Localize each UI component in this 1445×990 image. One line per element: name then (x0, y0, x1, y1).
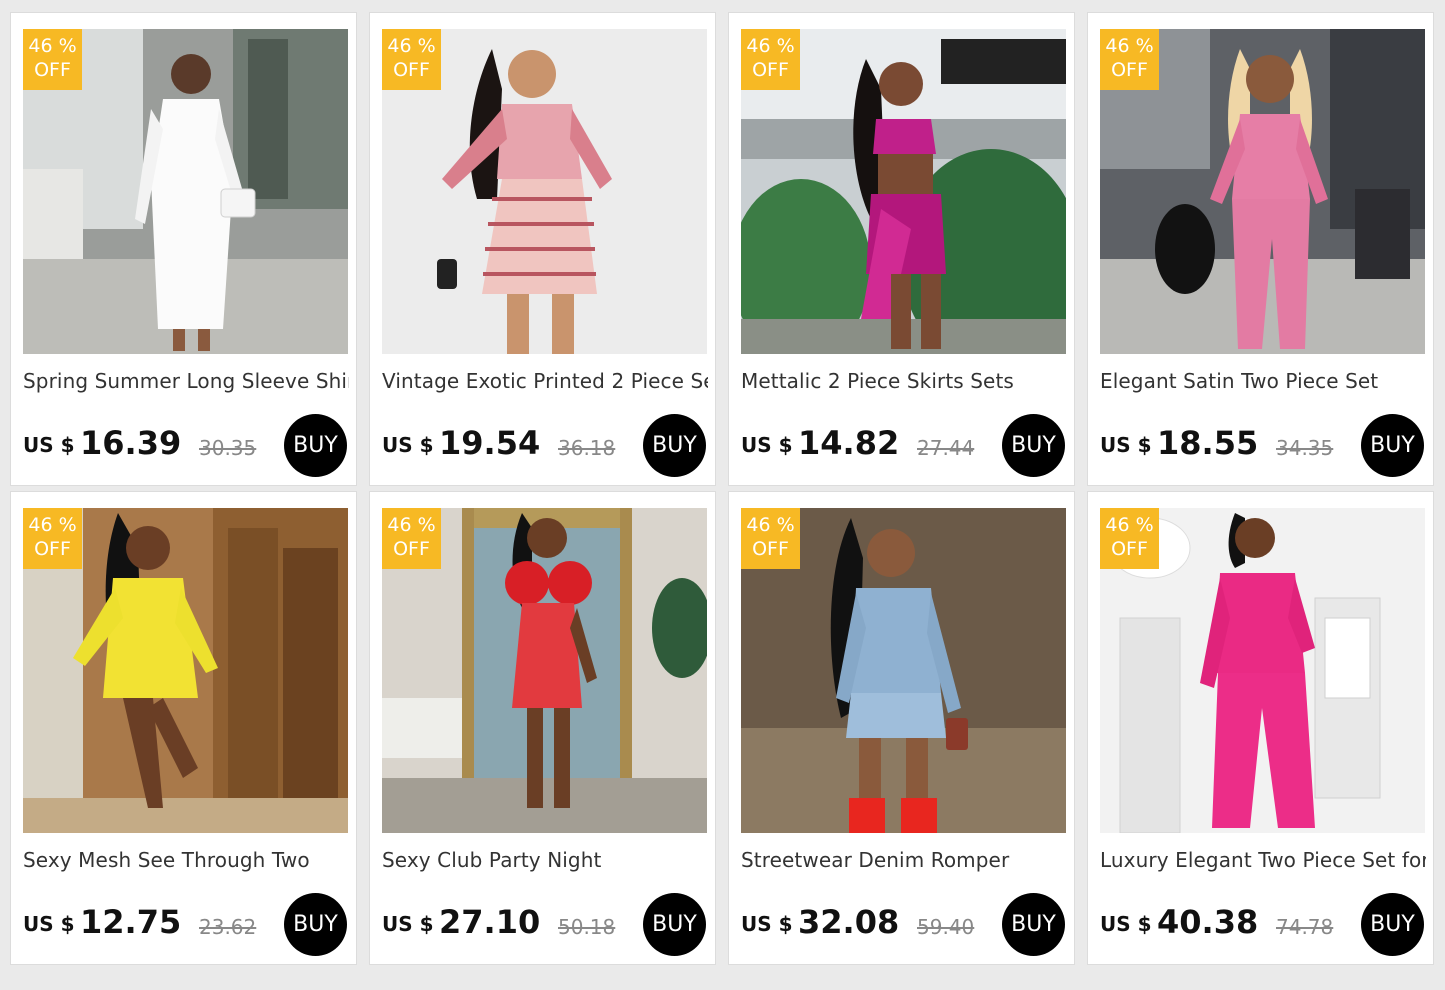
currency-label: US $ (23, 433, 75, 457)
discount-off-label: OFF (1111, 538, 1148, 560)
discount-badge: 46 % OFF (23, 508, 82, 569)
discount-off-label: OFF (34, 59, 71, 81)
sale-price: 40.38 (1157, 903, 1259, 941)
product-title[interactable]: Mettalic 2 Piece Skirts Sets (741, 369, 1067, 393)
original-price: 27.44 (917, 436, 975, 460)
currency-label: US $ (1100, 912, 1152, 936)
product-grid: 46 % OFF Spring Summer Long Sleeve Shirt… (0, 0, 1445, 990)
discount-percent: 46 % (387, 35, 436, 57)
original-price: 74.78 (1276, 915, 1334, 939)
discount-off-label: OFF (752, 59, 789, 81)
product-card[interactable]: 46 % OFF Elegant Satin Two Piece Set US … (1087, 12, 1434, 486)
original-price: 23.62 (199, 915, 257, 939)
original-price: 30.35 (199, 436, 257, 460)
product-title[interactable]: Sexy Mesh See Through Two (23, 848, 349, 872)
currency-label: US $ (382, 912, 434, 936)
buy-button[interactable]: BUY (284, 893, 347, 956)
buy-button[interactable]: BUY (1002, 893, 1065, 956)
original-price: 34.35 (1276, 436, 1334, 460)
buy-button[interactable]: BUY (1361, 414, 1424, 477)
buy-button[interactable]: BUY (284, 414, 347, 477)
original-price: 36.18 (558, 436, 616, 460)
discount-off-label: OFF (393, 59, 430, 81)
buy-button[interactable]: BUY (1361, 893, 1424, 956)
discount-percent: 46 % (746, 35, 795, 57)
discount-off-label: OFF (1111, 59, 1148, 81)
product-title[interactable]: Luxury Elegant Two Piece Set for (1100, 848, 1426, 872)
discount-percent: 46 % (1105, 514, 1154, 536)
discount-percent: 46 % (1105, 35, 1154, 57)
discount-badge: 46 % OFF (23, 29, 82, 90)
currency-label: US $ (1100, 433, 1152, 457)
product-card[interactable]: 46 % OFF Streetwear Denim Romper US $ 32… (728, 491, 1075, 965)
buy-button[interactable]: BUY (643, 893, 706, 956)
buy-button[interactable]: BUY (1002, 414, 1065, 477)
sale-price: 14.82 (798, 424, 900, 462)
product-title[interactable]: Sexy Club Party Night (382, 848, 708, 872)
product-title[interactable]: Vintage Exotic Printed 2 Piece Set (382, 369, 708, 393)
product-title[interactable]: Streetwear Denim Romper (741, 848, 1067, 872)
discount-percent: 46 % (28, 35, 77, 57)
discount-off-label: OFF (752, 538, 789, 560)
sale-price: 18.55 (1157, 424, 1259, 462)
original-price: 50.18 (558, 915, 616, 939)
discount-badge: 46 % OFF (741, 508, 800, 569)
discount-badge: 46 % OFF (382, 29, 441, 90)
discount-badge: 46 % OFF (1100, 508, 1159, 569)
product-card[interactable]: 46 % OFF Sexy Club Party Night US $ 27.1… (369, 491, 716, 965)
sale-price: 19.54 (439, 424, 541, 462)
product-card[interactable]: 46 % OFF Luxury Elegant Two Piece Set fo… (1087, 491, 1434, 965)
currency-label: US $ (741, 433, 793, 457)
sale-price: 32.08 (798, 903, 900, 941)
currency-label: US $ (23, 912, 75, 936)
product-title[interactable]: Spring Summer Long Sleeve Shirt (23, 369, 349, 393)
discount-badge: 46 % OFF (382, 508, 441, 569)
product-card[interactable]: 46 % OFF Spring Summer Long Sleeve Shirt… (10, 12, 357, 486)
product-title[interactable]: Elegant Satin Two Piece Set (1100, 369, 1426, 393)
sale-price: 16.39 (80, 424, 182, 462)
discount-off-label: OFF (393, 538, 430, 560)
discount-badge: 46 % OFF (741, 29, 800, 90)
currency-label: US $ (741, 912, 793, 936)
discount-percent: 46 % (28, 514, 77, 536)
discount-percent: 46 % (746, 514, 795, 536)
product-card[interactable]: 46 % OFF Sexy Mesh See Through Two US $ … (10, 491, 357, 965)
discount-percent: 46 % (387, 514, 436, 536)
product-card[interactable]: 46 % OFF Mettalic 2 Piece Skirts Sets US… (728, 12, 1075, 486)
product-card[interactable]: 46 % OFF Vintage Exotic Printed 2 Piece … (369, 12, 716, 486)
currency-label: US $ (382, 433, 434, 457)
discount-badge: 46 % OFF (1100, 29, 1159, 90)
buy-button[interactable]: BUY (643, 414, 706, 477)
sale-price: 12.75 (80, 903, 182, 941)
sale-price: 27.10 (439, 903, 541, 941)
discount-off-label: OFF (34, 538, 71, 560)
original-price: 59.40 (917, 915, 975, 939)
